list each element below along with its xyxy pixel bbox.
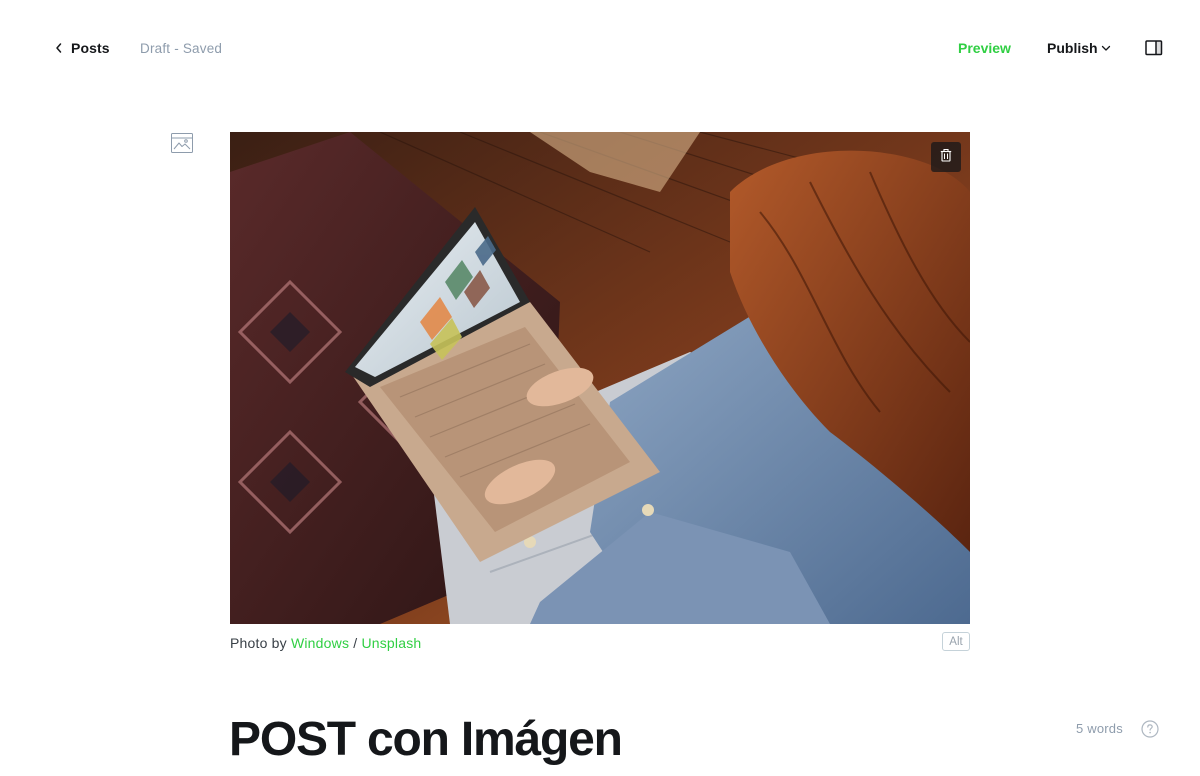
chevron-left-icon <box>54 39 66 57</box>
chevron-down-icon <box>1101 44 1111 52</box>
trash-icon <box>940 148 952 167</box>
sidebar-panel-icon[interactable] <box>1144 39 1164 57</box>
caption-separator: / <box>349 635 362 651</box>
delete-image-button[interactable] <box>931 142 961 172</box>
image-icon[interactable] <box>170 132 194 154</box>
editor-header: Posts Draft - Saved Preview Publish <box>0 0 1200 96</box>
back-link-label: Posts <box>71 40 110 56</box>
publish-label: Publish <box>1047 40 1098 56</box>
post-title[interactable]: POST con Imágen <box>229 712 623 767</box>
caption-author-link[interactable]: Windows <box>291 635 349 651</box>
word-count: 5 words <box>1076 721 1123 736</box>
back-to-posts-link[interactable]: Posts <box>54 39 110 57</box>
question-circle-icon[interactable] <box>1140 719 1160 739</box>
caption-prefix: Photo by <box>230 635 291 651</box>
preview-button[interactable]: Preview <box>958 40 1011 56</box>
image-caption[interactable]: Photo by Windows / Unsplash <box>230 635 421 651</box>
post-status: Draft - Saved <box>140 41 223 56</box>
alt-text-button[interactable]: Alt <box>942 632 970 651</box>
feature-image[interactable] <box>230 132 970 624</box>
caption-source-link[interactable]: Unsplash <box>361 635 421 651</box>
publish-button[interactable]: Publish <box>1047 40 1111 56</box>
